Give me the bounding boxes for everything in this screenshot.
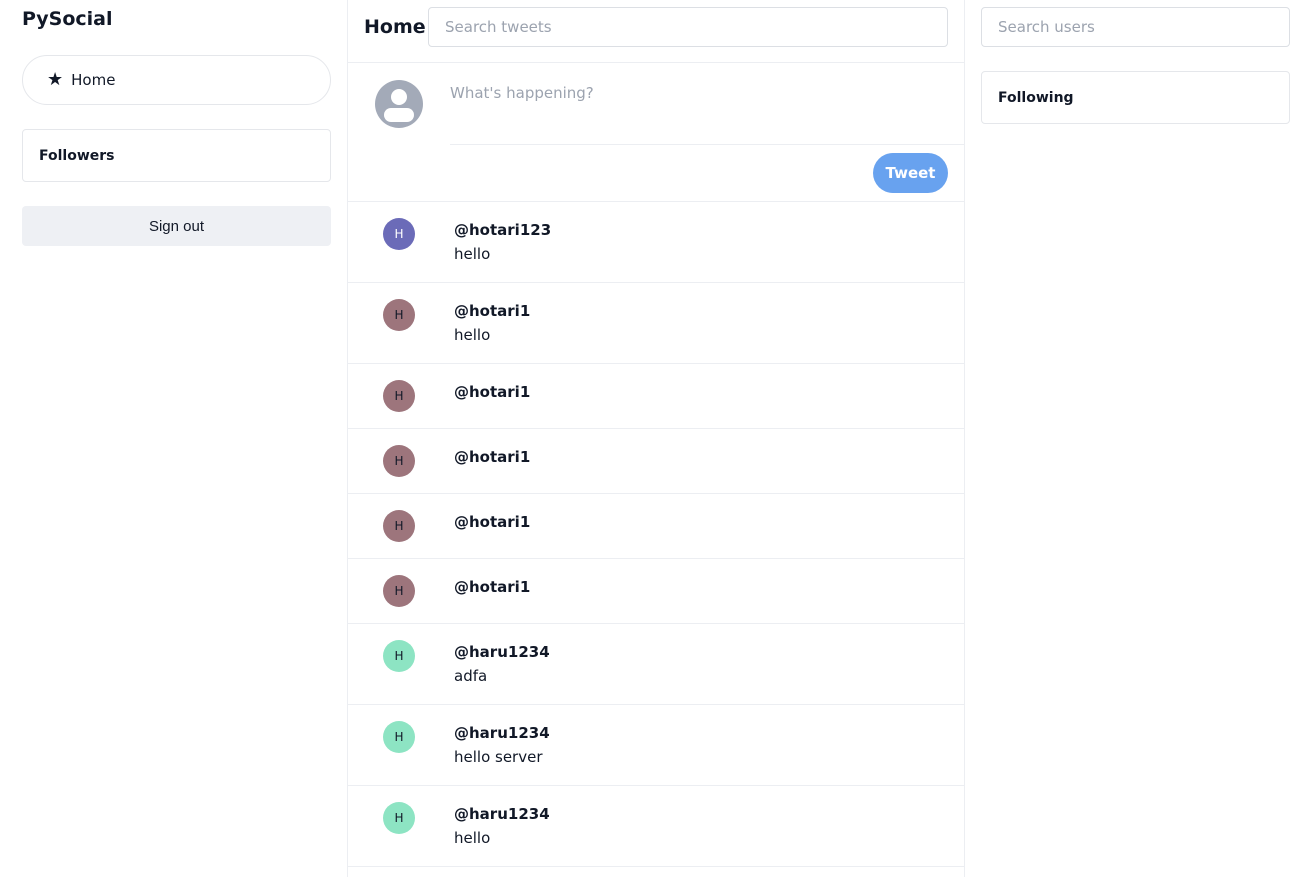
tweet-item[interactable]: H @hotari1	[348, 429, 964, 494]
star-icon: ★	[47, 69, 64, 90]
tweet-handle[interactable]: @hotari1	[454, 302, 530, 320]
tweet-text: hello	[454, 829, 491, 847]
tweet-handle[interactable]: @haru1234	[454, 805, 550, 823]
nav-home-button[interactable]: ★ Home	[22, 55, 331, 105]
followers-label: Followers	[39, 147, 115, 164]
tweet-item[interactable]: H @hotari123 hello	[348, 202, 964, 283]
user-avatar-icon	[375, 80, 423, 128]
tweet-text: hello server	[454, 748, 543, 766]
compose-divider	[450, 144, 964, 145]
app-root: PySocial ★ Home Followers Sign out Home …	[0, 0, 1313, 877]
compose-tweet-input[interactable]	[450, 78, 950, 108]
tweet-handle[interactable]: @hotari1	[454, 578, 530, 596]
tweet-handle[interactable]: @hotari123	[454, 221, 551, 239]
tweet-button[interactable]: Tweet	[873, 153, 948, 193]
tweet-item[interactable]: H @hotari1	[348, 559, 964, 624]
nav-home-label: Home	[71, 71, 116, 89]
tweet-composer: Tweet	[348, 64, 964, 202]
tweet-item[interactable]: H @haru1234 hello server	[348, 705, 964, 786]
tweet-handle[interactable]: @haru1234	[454, 643, 550, 661]
tweet-handle[interactable]: @haru1234	[454, 724, 550, 742]
tweet-text: hello	[454, 245, 491, 263]
main-feed-column: Home Tweet H @hotari123 hello H @hotari1 hell…	[347, 0, 965, 877]
page-title: Home	[364, 16, 426, 38]
tweet-avatar[interactable]: H	[383, 510, 415, 542]
sign-out-button[interactable]: Sign out	[22, 206, 331, 246]
tweet-avatar[interactable]: H	[383, 721, 415, 753]
following-label: Following	[998, 89, 1074, 106]
tweet-item[interactable]: H @hotari1	[348, 364, 964, 429]
feed-header: Home	[348, 0, 964, 63]
tweet-avatar[interactable]: H	[383, 640, 415, 672]
tweet-handle[interactable]: @hotari1	[454, 513, 530, 531]
search-tweets-input[interactable]	[428, 7, 948, 47]
following-panel: Following	[981, 71, 1290, 124]
tweet-handle[interactable]: @hotari1	[454, 383, 530, 401]
followers-panel: Followers	[22, 129, 331, 182]
tweet-avatar[interactable]: H	[383, 380, 415, 412]
tweet-avatar[interactable]: H	[383, 575, 415, 607]
tweet-item[interactable]: H @hotari1	[348, 494, 964, 559]
tweet-handle[interactable]: @hotari1	[454, 448, 530, 466]
tweet-avatar[interactable]: H	[383, 802, 415, 834]
tweet-avatar[interactable]: H	[383, 218, 415, 250]
tweet-text: hello	[454, 326, 491, 344]
search-users-input[interactable]	[981, 7, 1290, 47]
tweet-text: adfa	[454, 667, 488, 685]
brand-logo[interactable]: PySocial	[22, 8, 113, 30]
tweet-item[interactable]: H @haru1234 hello	[348, 786, 964, 867]
tweet-avatar[interactable]: H	[383, 445, 415, 477]
tweet-item[interactable]: H @haru1234 adfa	[348, 624, 964, 705]
tweet-feed: H @hotari123 hello H @hotari1 hello H @hotari1 H…	[348, 202, 964, 867]
tweet-avatar[interactable]: H	[383, 299, 415, 331]
tweet-item[interactable]: H @hotari1 hello	[348, 283, 964, 364]
